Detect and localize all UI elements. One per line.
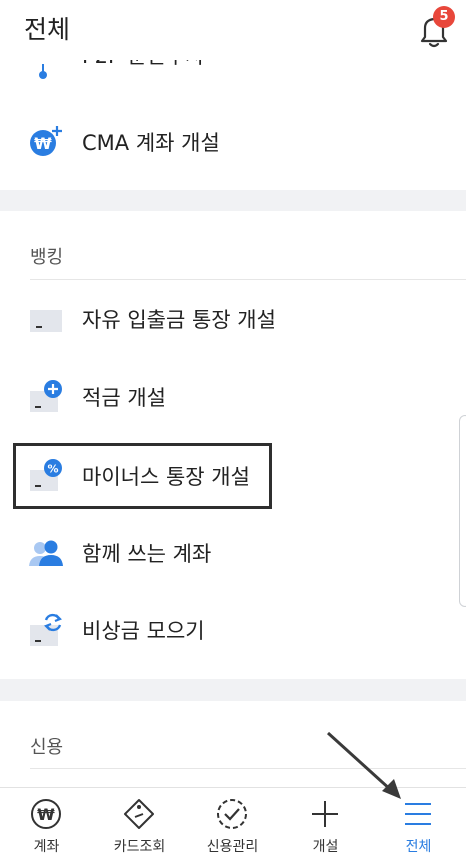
savings-label: 적금 개설	[82, 386, 166, 410]
card-tag-icon	[121, 798, 157, 830]
banking-section-title: 뱅킹	[30, 247, 64, 268]
shared-account-label: 함께 쓰는 계좌	[82, 542, 212, 566]
menu-lines-icon	[400, 798, 436, 830]
cma-won-icon: ₩	[28, 123, 66, 159]
tab-card-inquiry-label: 카드조회	[113, 839, 166, 855]
tab-account[interactable]: ₩ 계좌	[0, 788, 93, 866]
side-scroll-handle[interactable]	[459, 415, 466, 607]
tab-open-label: 개설	[312, 839, 339, 855]
savings-plus-icon	[28, 378, 66, 414]
svg-text:₩: ₩	[34, 134, 52, 153]
tab-open[interactable]: 개설	[279, 788, 372, 866]
tab-all-label: 전체	[405, 839, 432, 855]
divider	[30, 279, 466, 280]
tab-card-inquiry[interactable]: 카드조회	[93, 788, 186, 866]
emergency-fund-label: 비상금 모으기	[82, 619, 205, 643]
svg-text:₩: ₩	[37, 805, 55, 824]
tab-account-label: 계좌	[33, 839, 60, 855]
section-separator	[0, 679, 466, 701]
plus-icon	[307, 798, 343, 830]
page-title: 전체	[24, 15, 71, 44]
list-item-cma[interactable]: ₩ CMA 계좌 개설	[0, 111, 466, 171]
section-separator	[0, 190, 466, 211]
free-account-label: 자유 입출금 통장 개설	[82, 308, 276, 332]
account-card-icon	[28, 300, 66, 336]
p2p-icon	[38, 64, 48, 80]
emergency-refresh-icon	[28, 611, 66, 647]
tab-credit-management[interactable]: 신용관리	[186, 788, 279, 866]
divider	[30, 768, 466, 769]
cma-label: CMA 계좌 개설	[82, 131, 220, 155]
list-item-savings[interactable]: 적금 개설	[0, 366, 466, 426]
top-header: 전체 5	[0, 0, 466, 60]
highlight-box	[13, 443, 272, 509]
shared-users-icon	[28, 534, 66, 570]
list-item-shared-account[interactable]: 함께 쓰는 계좌	[0, 522, 466, 582]
tab-credit-management-label: 신용관리	[206, 839, 259, 855]
tab-all[interactable]: 전체	[372, 788, 465, 866]
notification-badge: 5	[433, 6, 455, 28]
list-item-free-account[interactable]: 자유 입출금 통장 개설	[0, 288, 466, 348]
won-icon: ₩	[28, 798, 64, 830]
bottom-tab-bar: ₩ 계좌 카드조회 신용관리 개설 전체	[0, 787, 466, 866]
list-item-emergency-fund[interactable]: 비상금 모으기	[0, 599, 466, 659]
credit-section-title: 신용	[30, 737, 64, 758]
credit-check-icon	[214, 798, 250, 830]
